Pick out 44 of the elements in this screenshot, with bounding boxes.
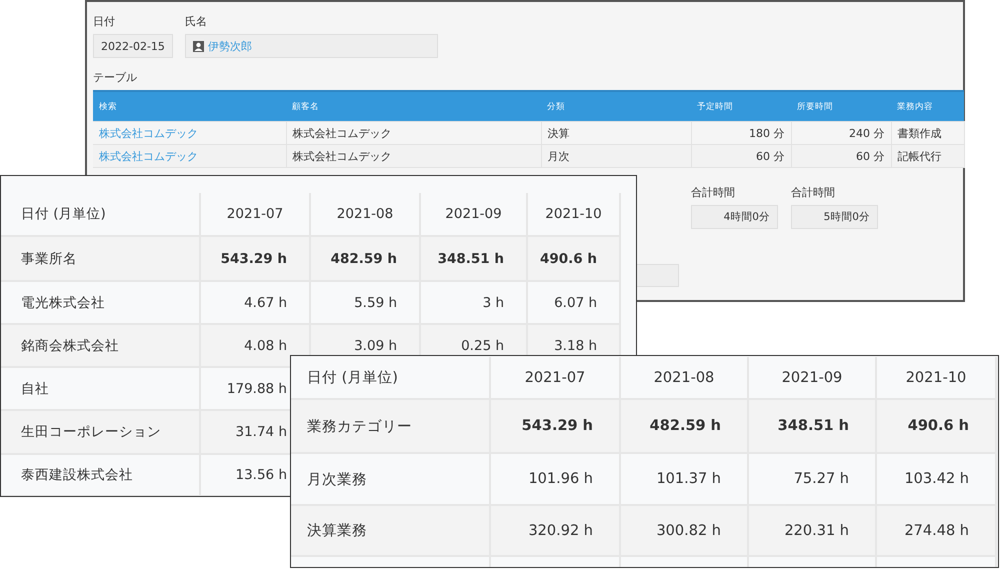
table-cell: 543.29 h: [201, 237, 311, 282]
row-label: 生田コーポレーション: [1, 411, 201, 455]
field-label: 日付: [93, 14, 116, 29]
user-link[interactable]: 伊勢次郎: [208, 38, 252, 54]
date-field: 2022-02-15: [93, 34, 173, 58]
table-cell: 60 分: [691, 144, 791, 168]
table-cell: 株式会社コムデック: [286, 144, 541, 168]
table-cell: 320.92 h: [491, 506, 621, 557]
table-cell: 株式会社コムデック: [286, 122, 541, 144]
table-cell: 180 分: [691, 122, 791, 144]
table-cell: 482.59 h: [311, 237, 421, 282]
table-cell: 決算: [541, 122, 691, 144]
row-label: 銘商会株式会社: [1, 325, 201, 368]
column-header: 所要時間: [791, 91, 891, 122]
column-header: 予定時間: [691, 91, 791, 122]
table-cell: 490.6 h: [877, 400, 997, 454]
column-header: 検索: [93, 91, 286, 122]
table-cell: 300.82 h: [621, 506, 749, 557]
table-cell: 482.59 h: [621, 400, 749, 454]
table-cell: 月次: [541, 144, 691, 168]
table-cell: 274.48 h: [877, 506, 997, 557]
total-field: 5時間0分: [791, 205, 878, 229]
table-cell: 4.08 h: [201, 325, 311, 368]
field-label: 氏名: [184, 14, 208, 29]
row-label: 泰西建設株式会社: [1, 455, 201, 496]
user-icon: [192, 40, 204, 52]
table-cell: 490.6 h: [528, 237, 621, 282]
column-header: 業務内容: [891, 91, 964, 122]
table-cell: 220.31 h: [749, 506, 877, 557]
table-cell: 348.51 h: [421, 237, 528, 282]
table-cell: 240 分: [791, 122, 891, 144]
table-cell: 記帳代行: [891, 144, 964, 168]
row-label: 事業所名: [1, 237, 201, 282]
column-header: 分類: [541, 91, 691, 122]
field-label: 合計時間: [791, 185, 836, 200]
column-header: 顧客名: [286, 91, 541, 122]
total-field: 4時間0分: [691, 205, 778, 229]
field-label: 合計時間: [691, 185, 736, 200]
table-title: テーブル: [93, 70, 138, 85]
table-cell: 348.51 h: [749, 400, 877, 454]
row-label: 決算業務: [291, 506, 491, 557]
table-cell: 543.29 h: [491, 400, 621, 454]
table-cell: 書類作成: [891, 122, 964, 144]
table-cell: 60 分: [791, 144, 891, 168]
